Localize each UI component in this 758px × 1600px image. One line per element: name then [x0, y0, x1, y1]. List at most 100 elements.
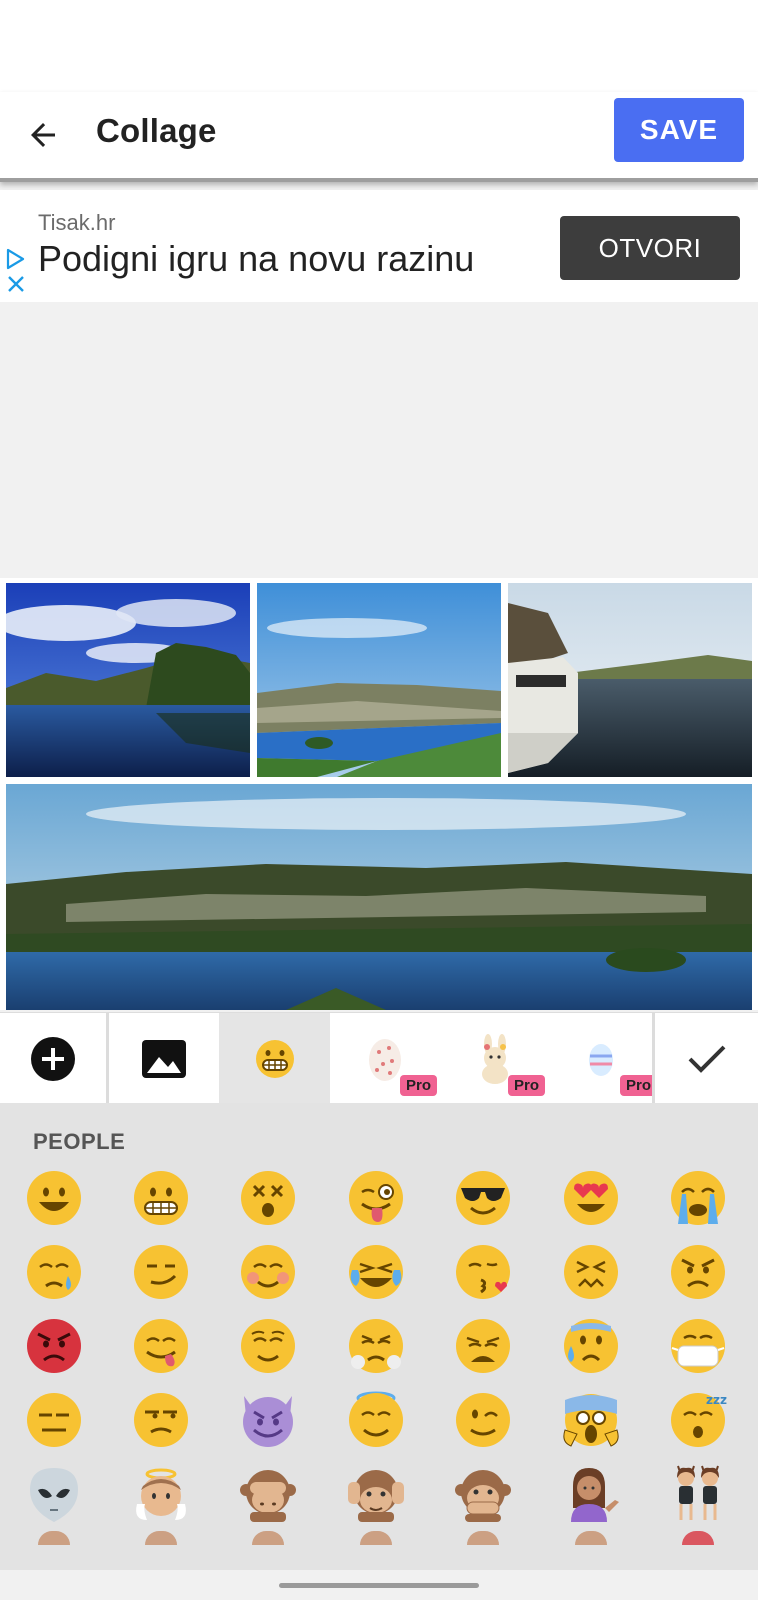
ad-cta-button[interactable]: OTVORI — [560, 216, 740, 280]
alien-icon — [30, 1468, 78, 1522]
see-no-evil-icon — [240, 1470, 296, 1522]
tab-egg-pack[interactable]: Pro — [330, 1013, 440, 1104]
emoji-kissing-heart[interactable] — [453, 1242, 513, 1302]
emoji-information-desk-person[interactable] — [561, 1464, 621, 1524]
emoji-joy[interactable] — [346, 1242, 406, 1302]
emoji-sunglasses[interactable] — [453, 1168, 513, 1228]
back-button[interactable] — [18, 110, 68, 160]
innocent-icon — [349, 1391, 403, 1447]
emoji-partial[interactable] — [145, 1531, 177, 1545]
unamused-icon — [134, 1393, 188, 1447]
tab-image[interactable] — [109, 1013, 219, 1104]
check-icon — [688, 1045, 725, 1073]
tab-emoji[interactable] — [219, 1013, 330, 1104]
emoji-baby-angel[interactable] — [131, 1464, 191, 1524]
sunglasses-icon — [456, 1171, 510, 1225]
emoji-loudly-crying[interactable] — [668, 1168, 728, 1228]
image-icon — [142, 1039, 186, 1078]
smirk-icon — [134, 1245, 188, 1299]
ad-close-icon[interactable] — [6, 274, 26, 294]
emoji-see-no-evil[interactable] — [238, 1464, 298, 1524]
ad-source: Tisak.hr — [38, 210, 116, 235]
ad-banner[interactable]: Tisak.hr Podigni igru na novu razinu OTV… — [0, 190, 758, 302]
collage-photo-4[interactable] — [6, 784, 752, 1010]
emoji-rage[interactable] — [24, 1316, 84, 1376]
emoji-scream[interactable] — [561, 1390, 621, 1450]
emoji-sleepy[interactable] — [24, 1242, 84, 1302]
emoji-mask[interactable] — [668, 1316, 728, 1376]
emoji-unamused[interactable] — [131, 1390, 191, 1450]
collage-canvas — [0, 578, 758, 1010]
emoji-dizzy-face[interactable] — [238, 1168, 298, 1228]
collage-photo-1[interactable] — [6, 583, 250, 777]
emoji-partial[interactable] — [252, 1531, 284, 1545]
save-button[interactable]: SAVE — [614, 98, 744, 162]
yum-icon — [134, 1319, 188, 1373]
emoji-smiling-imp[interactable] — [238, 1390, 298, 1450]
wink-icon — [456, 1393, 510, 1447]
adchoices-icon[interactable] — [4, 248, 26, 270]
emoji-partial[interactable] — [467, 1531, 499, 1545]
baby-angel-icon — [136, 1468, 186, 1520]
egg-sticker-icon — [369, 1038, 401, 1081]
tab-bunny-pack[interactable]: Pro — [440, 1013, 550, 1104]
rage-icon — [27, 1319, 81, 1373]
pro-badge: Pro — [620, 1075, 652, 1096]
page-title: Collage — [96, 112, 217, 149]
emoji-panel: PEOPLE zzz — [0, 1103, 758, 1570]
emoji-alien[interactable] — [24, 1464, 84, 1524]
ad-headline[interactable]: Podigni igru na novu razinu — [38, 238, 474, 280]
emoji-cold-sweat[interactable] — [561, 1316, 621, 1376]
weary-icon — [456, 1319, 510, 1373]
emoji-blush[interactable] — [238, 1242, 298, 1302]
joy-icon — [349, 1245, 403, 1299]
gesture-handle[interactable] — [279, 1583, 479, 1588]
dizzy-face-icon — [241, 1171, 295, 1225]
tab-confirm[interactable] — [655, 1013, 758, 1104]
emoji-yum[interactable] — [131, 1316, 191, 1376]
winking-tongue-icon — [349, 1171, 403, 1225]
emoji-speak-no-evil[interactable] — [453, 1464, 513, 1524]
emoji-triumph[interactable] — [346, 1316, 406, 1376]
tab-easter-egg-pack[interactable]: Pro — [550, 1013, 652, 1104]
navigation-bar — [0, 1570, 758, 1600]
emoji-dancers[interactable] — [668, 1464, 728, 1524]
blush-icon — [241, 1245, 295, 1299]
emoji-partial[interactable] — [575, 1531, 607, 1545]
emoji-wink[interactable] — [453, 1390, 513, 1450]
hear-no-evil-icon — [348, 1470, 404, 1522]
emoji-innocent[interactable] — [346, 1390, 406, 1450]
emoji-partial[interactable] — [682, 1531, 714, 1545]
emoji-smirk[interactable] — [131, 1242, 191, 1302]
emoji-sleeping[interactable]: zzz — [668, 1390, 728, 1450]
heart-eyes-icon — [564, 1171, 618, 1225]
sleeping-icon: zzz — [671, 1393, 727, 1447]
smiling-imp-icon — [243, 1396, 293, 1447]
expressionless-icon — [27, 1393, 81, 1447]
emoji-confounded[interactable] — [561, 1242, 621, 1302]
collage-photo-3[interactable] — [508, 583, 752, 777]
kissing-heart-icon — [456, 1245, 510, 1299]
app-bar: Collage SAVE — [0, 92, 758, 182]
mask-icon — [671, 1319, 725, 1373]
easter-egg-sticker-icon — [589, 1043, 613, 1076]
tab-add[interactable] — [0, 1013, 106, 1104]
emoji-smiley[interactable] — [24, 1168, 84, 1228]
grimace-emoji-icon — [255, 1039, 294, 1078]
emoji-relieved[interactable] — [238, 1316, 298, 1376]
emoji-grimacing[interactable] — [131, 1168, 191, 1228]
smiley-icon — [27, 1171, 81, 1225]
emoji-heart-eyes[interactable] — [561, 1168, 621, 1228]
emoji-expressionless[interactable] — [24, 1390, 84, 1450]
arrow-back-icon — [31, 123, 55, 147]
emoji-hear-no-evil[interactable] — [346, 1464, 406, 1524]
emoji-angry[interactable] — [668, 1242, 728, 1302]
emoji-partial[interactable] — [38, 1531, 70, 1545]
emoji-winking-tongue[interactable] — [346, 1168, 406, 1228]
emoji-weary[interactable] — [453, 1316, 513, 1376]
sleepy-icon — [27, 1245, 81, 1299]
information-desk-person-icon — [571, 1468, 619, 1522]
collage-photo-2[interactable] — [257, 583, 501, 777]
speak-no-evil-icon — [455, 1470, 511, 1522]
emoji-partial[interactable] — [360, 1531, 392, 1545]
